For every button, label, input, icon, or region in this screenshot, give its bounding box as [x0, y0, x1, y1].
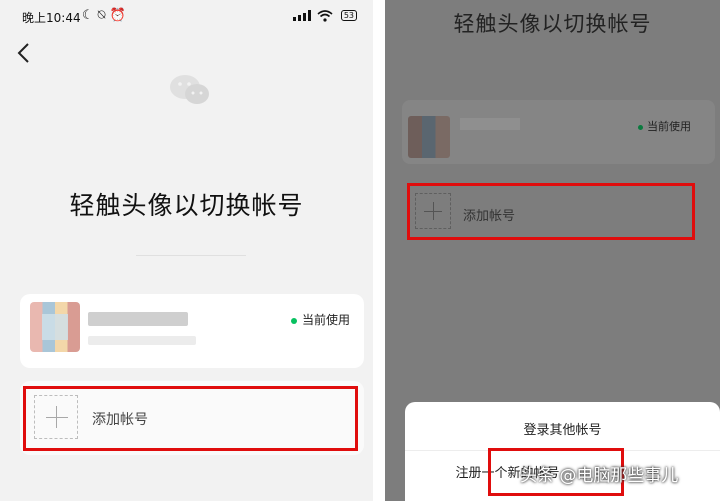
- back-arrow-icon[interactable]: [16, 42, 32, 64]
- status-right-icons: 53: [293, 8, 357, 22]
- status-bar: 晚上10:44 ☾⍉⏰ 53: [22, 8, 357, 28]
- login-other-account-option[interactable]: 登录其他帐号: [405, 419, 720, 438]
- avatar[interactable]: [30, 302, 80, 352]
- page-title: 轻触头像以切换帐号: [453, 12, 652, 36]
- highlight-add-account-left: [23, 386, 358, 451]
- moon-icon: ☾: [82, 8, 98, 23]
- active-dot-icon: [638, 124, 643, 130]
- highlight-add-account-right: [407, 183, 695, 240]
- account-name-blurred: [460, 118, 520, 130]
- active-dot-icon: [290, 317, 297, 324]
- wechat-logo-icon: [170, 75, 209, 104]
- right-screen: 轻触头像以切换帐号 当前使用 添加帐号 登录其他帐号 注册一个新的帐号: [385, 0, 720, 501]
- current-label: 当前使用: [647, 120, 691, 133]
- current-status-badge: 当前使用: [638, 118, 691, 134]
- page-title: 轻触头像以切换帐号: [69, 191, 304, 220]
- alarm-icon: ⏰: [109, 8, 130, 23]
- account-name-blurred: [88, 312, 188, 326]
- current-label: 当前使用: [301, 313, 350, 327]
- status-left-icons: ☾⍉⏰: [82, 8, 130, 23]
- battery-icon: 53: [340, 10, 357, 21]
- avatar[interactable]: [408, 116, 450, 158]
- alarm-off-icon: ⍉: [97, 8, 110, 23]
- title-divider: [136, 255, 246, 256]
- status-time: 晚上10:44: [22, 11, 81, 25]
- current-account-card[interactable]: 当前使用: [20, 294, 364, 368]
- wifi-icon: [317, 9, 333, 22]
- account-id-blurred: [88, 336, 196, 345]
- signal-icon: [293, 10, 312, 21]
- current-status-badge: 当前使用: [290, 311, 350, 328]
- watermark: 头条 @电脑那些事儿: [520, 466, 679, 486]
- current-account-card[interactable]: 当前使用: [402, 100, 715, 164]
